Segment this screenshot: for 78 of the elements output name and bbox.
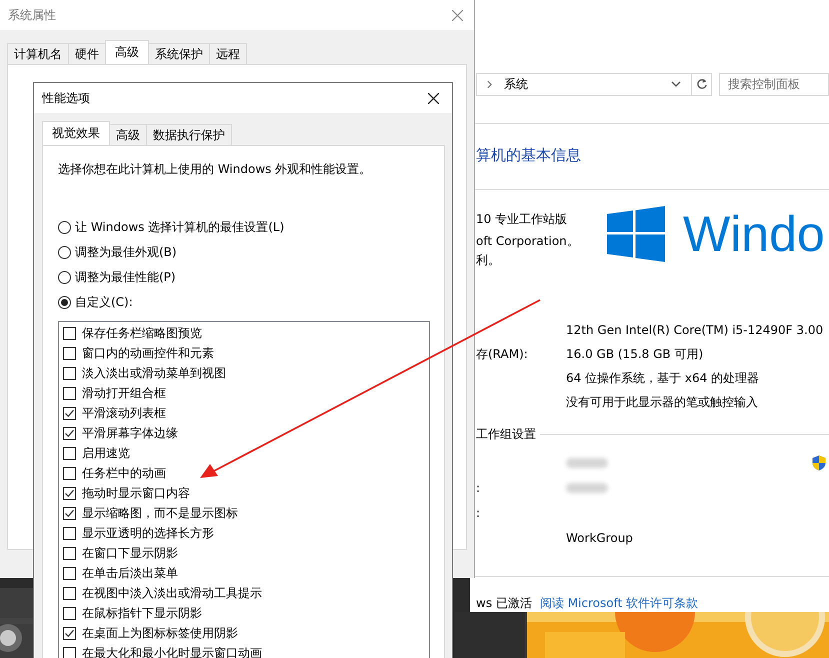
blurred-text — [566, 458, 608, 468]
checkbox[interactable] — [63, 626, 76, 640]
checkbox-label[interactable]: 在单击后淡出菜单 — [82, 564, 178, 582]
dialog-title: 性能选项 — [42, 90, 90, 106]
checkbox[interactable] — [63, 386, 76, 400]
checkbox-label[interactable]: 在窗口下显示阴影 — [82, 544, 178, 562]
refresh-button[interactable] — [691, 72, 712, 96]
checkbox[interactable] — [63, 526, 76, 540]
checkbox-label[interactable]: 保存任务栏缩略图预览 — [82, 324, 202, 342]
checkbox[interactable] — [63, 506, 76, 520]
spec-value: 没有可用于此显示器的笔或触控输入 — [566, 394, 758, 411]
tab[interactable]: 远程 — [209, 43, 247, 64]
spec-value: 12th Gen Intel(R) Core(TM) i5-12490F 3.00 — [566, 323, 824, 338]
dropdown-icon[interactable] — [671, 81, 682, 88]
tab[interactable]: 计算机名 — [7, 43, 69, 64]
radio-button[interactable] — [58, 246, 71, 259]
checkbox-label[interactable]: 滑动打开组合框 — [82, 384, 166, 402]
checkbox[interactable] — [63, 446, 76, 460]
refresh-icon — [696, 78, 708, 90]
checkbox[interactable] — [63, 326, 76, 340]
search-field[interactable]: 搜索控制面板 — [718, 72, 829, 96]
window-title: 系统属性 — [8, 6, 56, 24]
tab[interactable]: 数据执行保护 — [146, 124, 232, 145]
checkbox[interactable] — [63, 566, 76, 580]
checkbox-label[interactable]: 显示缩略图，而不是显示图标 — [82, 504, 238, 522]
activation-status: ws 已激活 — [476, 595, 532, 612]
edition-text: oft Corporation。 — [476, 233, 580, 250]
checkbox-label[interactable]: 在鼠标指针下显示阴影 — [82, 604, 202, 622]
section-heading: 算机的基本信息 — [476, 145, 582, 166]
spec-label: 存(RAM): — [476, 346, 528, 361]
license-link[interactable]: 阅读 Microsoft 软件许可条款 — [540, 595, 698, 612]
checkbox[interactable] — [63, 606, 76, 620]
radio-label[interactable]: 让 Windows 选择计算机的最佳设置(L) — [75, 219, 284, 236]
windows-logo-icon — [607, 206, 665, 262]
radio-button[interactable] — [58, 221, 71, 234]
radio-button[interactable] — [58, 296, 71, 309]
checkbox-label[interactable]: 启用速览 — [82, 444, 130, 462]
logo-text: Windo — [683, 206, 825, 262]
checkbox[interactable] — [63, 586, 76, 600]
radio-label[interactable]: 自定义(C): — [75, 294, 133, 311]
checkbox-label[interactable]: 在最大化和最小化时显示窗口动画 — [82, 644, 262, 658]
group-heading: 工作组设置 — [476, 426, 536, 443]
address-bar[interactable]: 系统 — [476, 72, 692, 96]
spec-value: 16.0 GB (15.8 GB 可用) — [566, 346, 704, 363]
close-icon[interactable] — [428, 92, 439, 104]
checkbox-label[interactable]: 拖动时显示窗口内容 — [82, 484, 190, 502]
spec-value: 64 位操作系统，基于 x64 的处理器 — [566, 370, 760, 387]
field-label: : — [476, 506, 480, 520]
radio-label[interactable]: 调整为最佳外观(B) — [75, 244, 177, 261]
checkbox-label[interactable]: 在桌面上为图标标签使用阴影 — [82, 624, 238, 642]
checkbox-label[interactable]: 平滑屏幕字体边缘 — [82, 424, 178, 442]
checkbox-label[interactable]: 窗口内的动画控件和元素 — [82, 344, 214, 362]
breadcrumb-item[interactable]: 系统 — [504, 76, 528, 93]
tab[interactable]: 高级 — [105, 40, 149, 64]
radio-button[interactable] — [58, 271, 71, 284]
shield-icon — [812, 454, 826, 471]
field-value: WorkGroup — [566, 530, 633, 545]
checkbox-label[interactable]: 任务栏中的动画 — [82, 464, 166, 482]
checkbox[interactable] — [63, 346, 76, 360]
edition-text: 10 专业工作站版 — [476, 211, 568, 228]
checkbox-label[interactable]: 平滑滚动列表框 — [82, 404, 166, 422]
checkbox[interactable] — [63, 466, 76, 480]
checkbox[interactable] — [63, 406, 76, 420]
checkbox[interactable] — [63, 486, 76, 500]
checkbox[interactable] — [63, 366, 76, 380]
checkbox-label[interactable]: 显示亚透明的选择长方形 — [82, 524, 214, 542]
checkbox-label[interactable]: 淡入淡出或滑动菜单到视图 — [82, 364, 226, 382]
blurred-text — [566, 482, 608, 493]
tab[interactable]: 视觉效果 — [42, 121, 110, 145]
checkbox[interactable] — [63, 646, 76, 658]
field-label: : — [476, 480, 480, 495]
checkbox[interactable] — [63, 426, 76, 440]
checkbox[interactable] — [63, 546, 76, 560]
chevron-right-icon — [487, 80, 492, 89]
radio-label[interactable]: 调整为最佳性能(P) — [75, 269, 176, 286]
edition-text: 利。 — [476, 252, 501, 268]
description-text: 选择你想在此计算机上使用的 Windows 外观和性能设置。 — [58, 161, 372, 177]
checkbox-label[interactable]: 在视图中淡入淡出或滑动工具提示 — [82, 584, 262, 602]
